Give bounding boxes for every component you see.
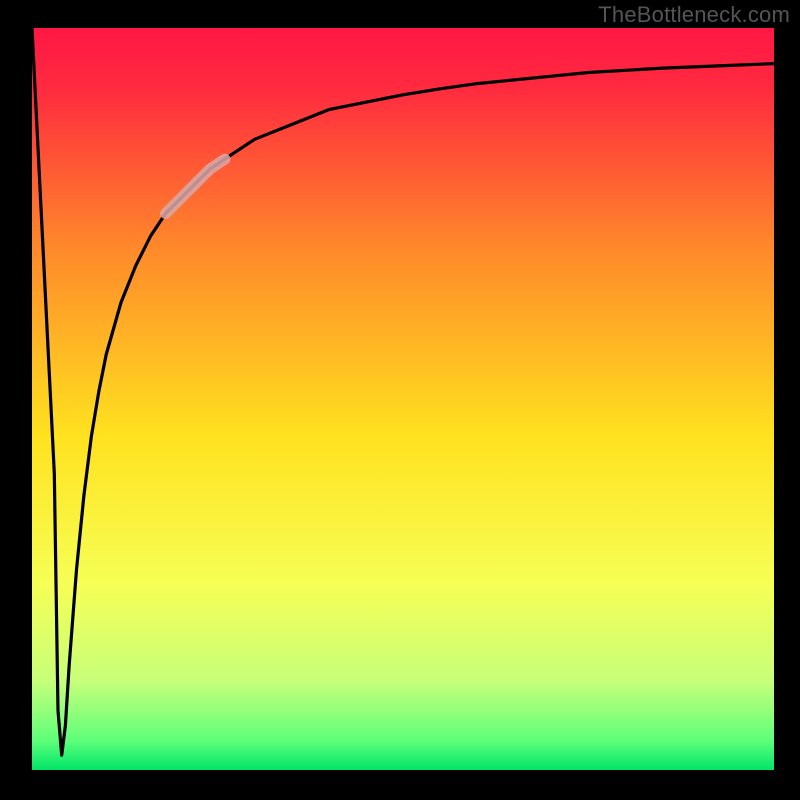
- plot-area: [32, 28, 774, 770]
- chart-root: TheBottleneck.com: [0, 0, 800, 800]
- attribution-text: TheBottleneck.com: [598, 2, 790, 28]
- chart-svg: [0, 0, 800, 800]
